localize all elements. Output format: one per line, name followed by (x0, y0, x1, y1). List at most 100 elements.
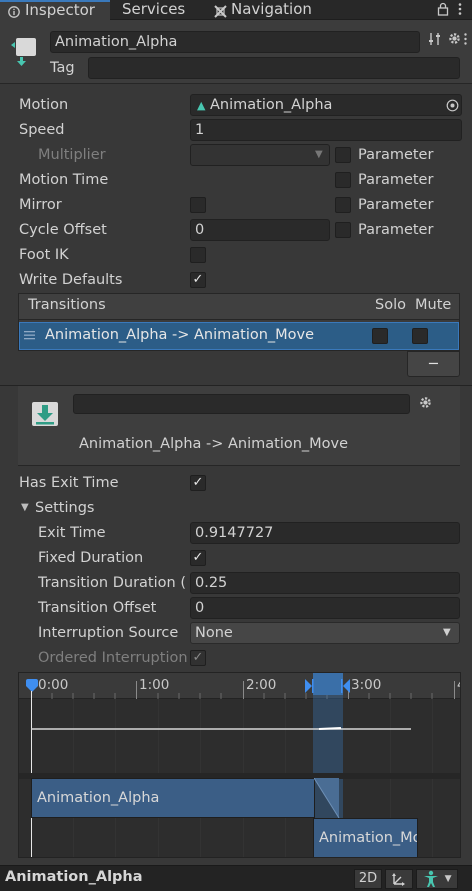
dropdown-arrow-icon: ▼ (443, 627, 451, 638)
cycle-offset-label: Cycle Offset (19, 222, 107, 238)
transitions-list-header: Transitions Solo Mute (19, 294, 459, 320)
kebab-menu-icon[interactable] (457, 2, 463, 20)
ordered-interruption-label: Ordered Interruption (38, 650, 188, 666)
transition-end-marker-icon[interactable] (341, 679, 351, 697)
tab-inspector[interactable]: Inspector (0, 0, 110, 20)
tag-input[interactable] (88, 57, 460, 79)
transition-duration-value: 0.25 (195, 575, 228, 591)
from-clip-bar[interactable]: Animation_Alpha (31, 778, 315, 818)
motion-label: Motion (19, 97, 69, 113)
speed-value: 1 (195, 122, 205, 138)
timeline-ruler[interactable]: 0:00 1:00 2:00 3:00 4 (19, 673, 460, 699)
weight-curve (31, 727, 411, 730)
tab-inspector-label: Inspector (25, 1, 95, 19)
transition-row-label: Animation_Alpha -> Animation_Move (45, 327, 315, 343)
mirror-parameter-label: Parameter (358, 197, 434, 213)
cycle-offset-parameter-label: Parameter (358, 222, 434, 238)
speed-input[interactable]: 1 (190, 119, 462, 141)
exit-time-input[interactable]: 0.9147727 (190, 522, 460, 544)
motion-time-parameter-checkbox[interactable] (335, 172, 351, 188)
settings-foldout-arrow-icon[interactable]: ▼ (21, 502, 29, 513)
state-name-value: Animation_Alpha (55, 34, 178, 50)
avatar-preview-button[interactable]: ▼ (416, 869, 458, 889)
settings-foldout-label[interactable]: Settings (35, 497, 94, 519)
tab-services[interactable]: Services (114, 0, 193, 20)
preview-title: Animation_Alpha (5, 869, 143, 885)
interruption-source-label: Interruption Source (38, 625, 179, 641)
mirror-checkbox[interactable] (190, 197, 206, 213)
multiplier-parameter-checkbox[interactable] (335, 147, 351, 163)
state-name-input[interactable]: Animation_Alpha (50, 31, 420, 53)
playhead-marker-icon[interactable] (25, 679, 39, 697)
write-defaults-label: Write Defaults (19, 272, 123, 288)
object-picker-icon[interactable] (446, 98, 459, 118)
tag-label: Tag (50, 60, 75, 76)
toggle-2d-button[interactable]: 2D (354, 869, 382, 889)
humanoid-avatar-icon (422, 870, 444, 891)
cycle-offset-value: 0 (195, 222, 205, 238)
transition-row[interactable]: Animation_Alpha -> Animation_Move (19, 322, 459, 350)
fixed-duration-checkbox[interactable]: ✓ (190, 550, 206, 566)
write-defaults-checkbox[interactable]: ✓ (190, 272, 206, 288)
pivot-toggle-button[interactable] (385, 869, 413, 889)
motion-object-field[interactable]: ▲ Animation_Alpha (190, 94, 462, 116)
interruption-source-value: None (195, 625, 233, 641)
has-exit-time-checkbox[interactable]: ✓ (190, 475, 206, 491)
foot-ik-checkbox[interactable] (190, 247, 206, 263)
minor-ticks (51, 693, 433, 699)
animation-clip-icon: ▲ (197, 99, 206, 112)
object-header: Animation_Alpha Tag (0, 20, 472, 84)
multiplier-dropdown[interactable]: ▼ (190, 144, 330, 166)
presets-icon[interactable] (428, 32, 442, 50)
animator-state-icon (8, 36, 38, 72)
has-exit-time-label: Has Exit Time (19, 475, 119, 491)
foot-ik-label: Foot IK (19, 247, 69, 263)
transition-title: Animation_Alpha -> Animation_Move (79, 436, 349, 452)
mirror-parameter-checkbox[interactable] (335, 197, 351, 213)
ordered-interruption-checkbox: ✓ (190, 650, 206, 666)
exit-time-label: Exit Time (38, 525, 106, 541)
settings-gear-icon[interactable] (447, 31, 462, 50)
transition-solo-checkbox[interactable] (372, 328, 388, 344)
preview-toolbar: Animation_Alpha 2D ▼ (0, 865, 472, 891)
transition-mute-checkbox[interactable] (412, 328, 428, 344)
dropdown-arrow-icon: ▼ (315, 149, 323, 160)
lock-icon[interactable] (437, 2, 449, 20)
transition-region-handle[interactable] (313, 673, 343, 695)
transition-offset-input[interactable]: 0 (190, 597, 460, 619)
transition-duration-label: Transition Duration (s) (38, 575, 186, 591)
dropdown-arrow-icon: ▼ (444, 874, 452, 884)
transition-start-marker-icon[interactable] (304, 679, 314, 697)
pivot-icon (391, 873, 407, 891)
from-clip-label: Animation_Alpha (37, 790, 160, 806)
blend-wedge (314, 778, 340, 818)
transition-offset-value: 0 (195, 600, 205, 616)
multiplier-parameter-label: Parameter (358, 147, 434, 163)
mirror-label: Mirror (19, 197, 62, 213)
remove-transition-button[interactable]: − (407, 351, 460, 377)
to-clip-bar[interactable]: Animation_Mo (313, 818, 418, 857)
exit-time-value: 0.9147727 (195, 525, 274, 541)
navigation-icon (214, 4, 227, 18)
tab-navigation[interactable]: Navigation (206, 0, 320, 20)
transition-offset-label: Transition Offset (38, 600, 157, 616)
transition-timeline[interactable]: 0:00 1:00 2:00 3:00 4 (18, 672, 461, 858)
more-menu-icon[interactable] (463, 32, 468, 50)
cycle-offset-input[interactable]: 0 (190, 219, 330, 241)
cycle-offset-parameter-checkbox[interactable] (335, 222, 351, 238)
motion-time-label: Motion Time (19, 172, 109, 188)
interruption-source-dropdown[interactable]: None ▼ (190, 622, 460, 644)
speed-label: Speed (19, 122, 65, 138)
transition-icon (31, 400, 61, 432)
transition-settings-gear-icon[interactable] (418, 395, 433, 414)
fixed-duration-label: Fixed Duration (38, 550, 144, 566)
multiplier-label: Multiplier (38, 147, 106, 163)
motion-time-parameter-label: Parameter (358, 172, 434, 188)
transition-header: Animation_Alpha -> Animation_Move (18, 386, 460, 466)
transition-duration-input[interactable]: 0.25 (190, 572, 460, 594)
mute-header-label: Mute (415, 297, 452, 313)
transitions-header-label: Transitions (28, 297, 106, 313)
transition-name-input[interactable] (73, 394, 410, 414)
to-clip-label: Animation_Mo (319, 830, 418, 846)
drag-handle-icon[interactable] (24, 328, 36, 346)
